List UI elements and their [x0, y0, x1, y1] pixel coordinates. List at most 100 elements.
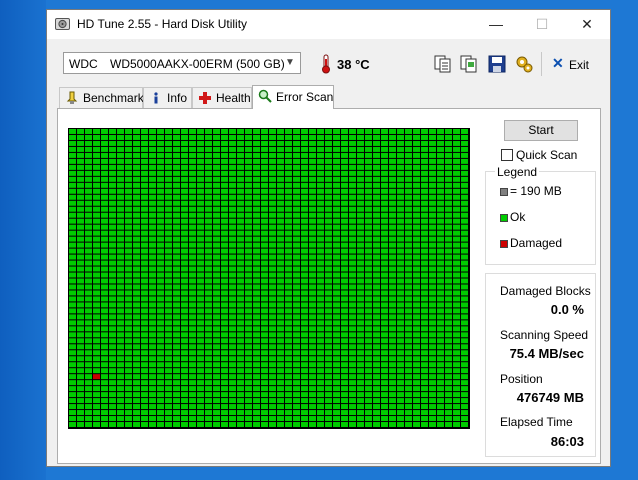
save-icon[interactable]	[487, 54, 507, 74]
ok-block	[317, 260, 324, 266]
ok-block	[397, 248, 404, 254]
ok-block	[421, 308, 428, 314]
ok-block	[125, 164, 132, 170]
ok-block	[349, 206, 356, 212]
ok-block	[85, 398, 92, 404]
ok-block	[453, 362, 460, 368]
ok-block	[365, 230, 372, 236]
ok-block	[269, 302, 276, 308]
ok-block	[93, 194, 100, 200]
ok-block	[221, 170, 228, 176]
ok-block	[333, 230, 340, 236]
ok-block	[397, 326, 404, 332]
drive-select[interactable]: WDC WD5000AAKX-00ERM (500 GB) ▼	[63, 52, 301, 74]
ok-block	[173, 230, 180, 236]
ok-block	[69, 164, 76, 170]
ok-block	[381, 200, 388, 206]
ok-block	[125, 152, 132, 158]
ok-block	[389, 386, 396, 392]
ok-block	[93, 266, 100, 272]
tab-info[interactable]: Info	[143, 87, 192, 108]
ok-block	[221, 308, 228, 314]
ok-block	[365, 242, 372, 248]
ok-block	[197, 302, 204, 308]
ok-block	[149, 170, 156, 176]
ok-block	[269, 170, 276, 176]
ok-block	[405, 206, 412, 212]
ok-block	[77, 410, 84, 416]
ok-block	[197, 236, 204, 242]
ok-block	[325, 134, 332, 140]
ok-block	[141, 320, 148, 326]
ok-block	[149, 404, 156, 410]
exit-button[interactable]: Exit	[569, 58, 589, 72]
ok-block	[301, 152, 308, 158]
ok-block	[389, 129, 396, 134]
ok-block	[365, 158, 372, 164]
close-button[interactable]: ✕	[564, 10, 610, 39]
ok-block	[293, 194, 300, 200]
copy-screenshot-icon[interactable]	[459, 54, 479, 74]
ok-block	[93, 308, 100, 314]
quick-scan-label[interactable]: Quick Scan	[516, 148, 577, 162]
ok-block	[197, 164, 204, 170]
tab-benchmark[interactable]: Benchmark	[59, 87, 144, 108]
ok-block	[197, 212, 204, 218]
ok-block	[261, 308, 268, 314]
ok-block	[213, 410, 220, 416]
ok-block	[197, 194, 204, 200]
ok-block	[181, 158, 188, 164]
ok-block	[165, 344, 172, 350]
ok-block	[389, 422, 396, 427]
ok-block	[309, 218, 316, 224]
ok-block	[213, 356, 220, 362]
ok-block	[253, 242, 260, 248]
ok-block	[117, 410, 124, 416]
ok-block	[293, 308, 300, 314]
ok-block	[189, 230, 196, 236]
ok-block	[85, 344, 92, 350]
ok-block	[309, 278, 316, 284]
ok-block	[405, 140, 412, 146]
ok-block	[77, 302, 84, 308]
tab-error-scan[interactable]: Error Scan	[252, 85, 334, 109]
ok-block	[325, 338, 332, 344]
copy-info-icon[interactable]	[433, 54, 453, 74]
ok-block	[245, 242, 252, 248]
ok-block	[213, 332, 220, 338]
ok-block	[213, 236, 220, 242]
ok-block	[101, 260, 108, 266]
title-bar[interactable]: HD Tune 2.55 - Hard Disk Utility — ☐ ✕	[47, 10, 610, 39]
ok-block	[325, 254, 332, 260]
ok-block	[125, 278, 132, 284]
maximize-button[interactable]: ☐	[519, 10, 565, 39]
ok-block	[349, 212, 356, 218]
ok-block	[101, 320, 108, 326]
ok-block	[309, 164, 316, 170]
ok-block	[109, 218, 116, 224]
ok-block	[125, 338, 132, 344]
quick-scan-checkbox[interactable]	[501, 149, 513, 161]
ok-block	[317, 290, 324, 296]
minimize-button[interactable]: —	[473, 10, 519, 39]
ok-block	[429, 236, 436, 242]
ok-block	[453, 332, 460, 338]
ok-block	[309, 290, 316, 296]
exit-icon[interactable]: ✕	[552, 55, 564, 72]
ok-block	[109, 344, 116, 350]
ok-block	[349, 140, 356, 146]
ok-block	[165, 362, 172, 368]
ok-block	[109, 302, 116, 308]
ok-block	[173, 164, 180, 170]
ok-block	[421, 188, 428, 194]
ok-block	[133, 350, 140, 356]
start-button[interactable]: Start	[504, 120, 578, 141]
ok-block	[85, 320, 92, 326]
ok-block	[197, 356, 204, 362]
options-icon[interactable]	[514, 54, 534, 74]
ok-block	[453, 224, 460, 230]
tab-health[interactable]: Health	[192, 87, 252, 108]
ok-block	[293, 356, 300, 362]
ok-block	[93, 212, 100, 218]
ok-block	[229, 248, 236, 254]
